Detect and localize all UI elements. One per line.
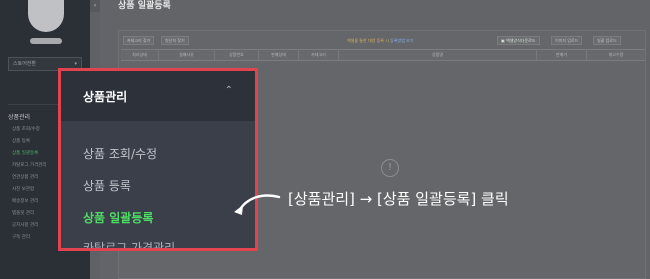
image-upload-button[interactable]: 이미지 업로드	[551, 36, 583, 45]
sidebar-collapse-button[interactable]: ‹	[90, 0, 100, 12]
page-title: 상품 일괄등록	[118, 1, 171, 11]
sidebar-item-bulk-register[interactable]: 상품 일괄등록	[12, 150, 38, 156]
menu-item-product-search[interactable]: 상품 조회/수정	[83, 145, 157, 162]
notice-link[interactable]: 등록방법 보기	[390, 38, 413, 43]
avatar[interactable]	[28, 0, 64, 32]
column-header-product-no: 상품번호	[215, 50, 259, 60]
menu-item-catalog-price[interactable]: 카탈로그 가격관리	[83, 239, 175, 248]
excel-template-download-button[interactable]: ▣ 엑셀양식다운로드	[497, 36, 540, 45]
callout-menu-header[interactable]: 상품관리 ⌃	[61, 71, 255, 121]
notice-text: 엑셀을 통한 대량 등록 시	[347, 38, 389, 43]
sidebar-item-catalog-price[interactable]: 카탈로그 가격관리	[12, 162, 47, 168]
column-header-product-name: 상품명	[339, 50, 537, 60]
sidebar-item-related-products[interactable]: 연관상품 관리	[12, 174, 38, 180]
column-header-stock: 재고수량	[608, 52, 624, 57]
store-switch-label: 스토어전환	[13, 61, 37, 67]
user-name-placeholder	[30, 38, 62, 44]
excel-icon: ▣	[501, 38, 505, 43]
curved-arrow-icon	[234, 194, 281, 215]
alert-icon: !	[381, 159, 399, 177]
column-header-category: 카테고리	[299, 50, 339, 60]
column-header-price: 판매가	[537, 50, 587, 60]
instruction-text: [상품관리] → [상품 일괄등록] 클릭	[288, 190, 509, 208]
grid-header: 처리상태 실패사유 상품번호 판매상태 카테고리 상품명 판매가 재고수량	[121, 49, 645, 61]
sidebar-item-subscription[interactable]: 구독 관리	[12, 234, 30, 240]
find-origin-button[interactable]: 원산지 찾기	[161, 36, 189, 45]
sidebar-item-templates[interactable]: 템플릿 관리	[12, 210, 34, 216]
sidebar-item-shipping-info[interactable]: 배송정보 관리	[12, 198, 38, 204]
sidebar-item-photo-storage[interactable]: 사진 보관함	[12, 186, 34, 192]
excel-template-download-label: 엑셀양식다운로드	[506, 38, 536, 43]
column-header-status: 처리상태	[121, 50, 159, 60]
sidebar-item-product-register[interactable]: 상품 등록	[12, 138, 30, 144]
bulk-register-notice: 엑셀을 통한 대량 등록 시 등록방법 보기	[347, 36, 414, 45]
chevron-up-icon: ⌃	[224, 85, 233, 96]
sidebar-item-product-search[interactable]: 상품 조회/수정	[12, 126, 40, 132]
find-category-button[interactable]: 카테고리 찾기	[123, 36, 155, 45]
column-header-sale-status: 판매상태	[259, 50, 299, 60]
callout-menu-title: 상품관리	[83, 90, 128, 104]
menu-callout: 상품관리 ⌃ 상품 조회/수정 상품 등록 상품 일괄등록 카탈로그 가격관리	[58, 68, 258, 251]
bulk-upload-button[interactable]: 일괄 업로드	[593, 36, 621, 45]
sidebar-section-product-management[interactable]: 상품관리	[8, 112, 30, 121]
menu-item-bulk-register[interactable]: 상품 일괄등록	[83, 209, 153, 226]
column-header-fail-reason: 실패사유	[159, 50, 215, 60]
sidebar-item-notices[interactable]: 공지사항 관리	[12, 222, 38, 228]
menu-item-product-register[interactable]: 상품 등록	[83, 177, 131, 194]
